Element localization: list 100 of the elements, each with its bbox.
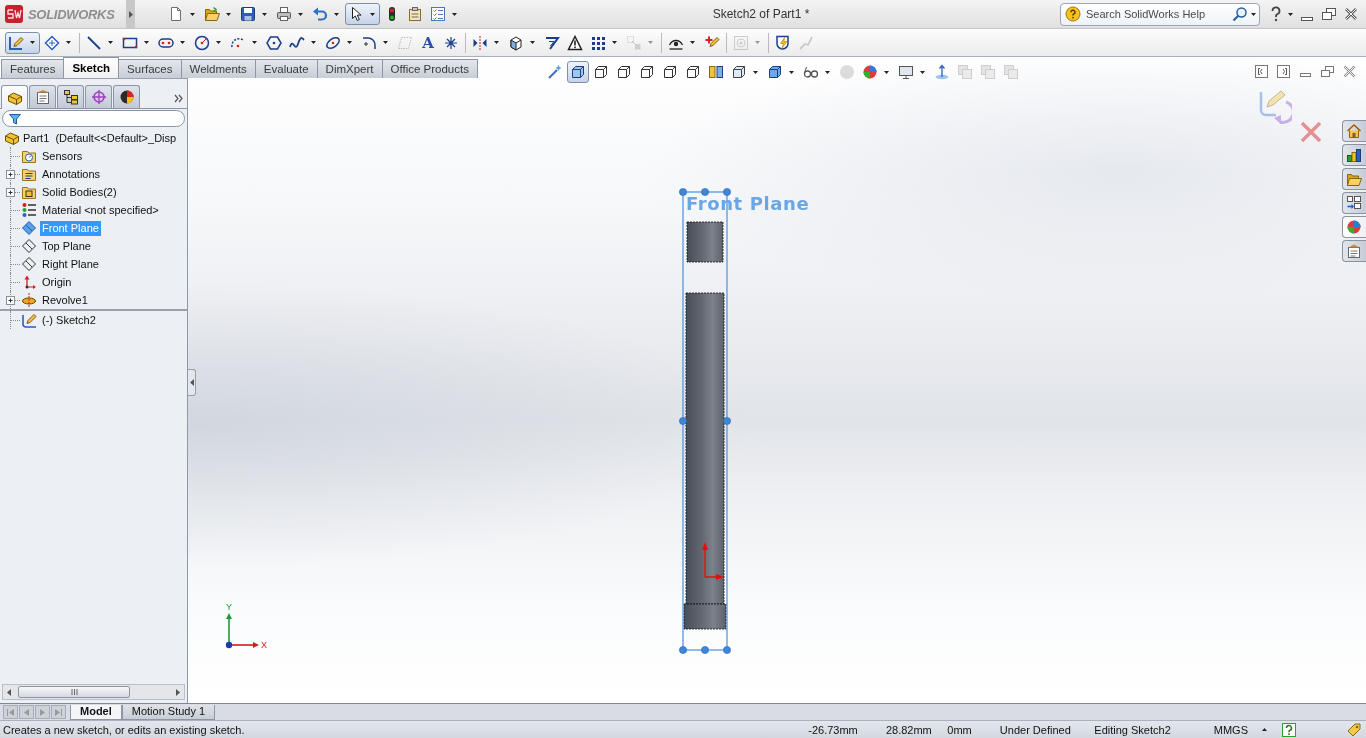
command-tab[interactable]: DimXpert [316, 59, 383, 78]
folder-icon [1346, 171, 1362, 187]
panel-tab[interactable] [57, 85, 84, 108]
caret-right-icon [128, 10, 133, 18]
property-sheet-icon [1346, 243, 1362, 259]
home-icon [1346, 123, 1362, 139]
tile-left-button[interactable] [1255, 65, 1268, 78]
viewport-close-button[interactable] [1343, 65, 1356, 78]
task-pane-tab[interactable] [1342, 216, 1366, 238]
selection-handle[interactable] [723, 646, 731, 654]
property-sheet-icon [34, 89, 51, 105]
document-tab[interactable]: Motion Study 1 [121, 704, 216, 720]
skip-back-icon [7, 708, 14, 716]
restore-icon [1321, 65, 1334, 78]
triangle-left-icon [24, 708, 29, 716]
selection-handle[interactable] [701, 646, 709, 654]
command-tab[interactable]: Features [1, 59, 65, 78]
filter-field[interactable] [2, 110, 185, 127]
tree-item[interactable]: Origin [40, 274, 74, 290]
origin-arrows-icon [702, 542, 724, 580]
expand-icon[interactable] [5, 295, 15, 305]
command-tab[interactable]: Sketch [63, 57, 120, 78]
task-pane-tab[interactable] [1342, 144, 1366, 166]
tag-icon[interactable] [1346, 721, 1362, 738]
part-block-icon [6, 89, 23, 106]
tree-item[interactable]: Right Plane [40, 256, 101, 272]
tree-item[interactable]: Part1 (Default<<Default>_Disp [21, 130, 179, 146]
sketch-status: Under Defined [998, 723, 1072, 736]
task-pane-tab[interactable] [1342, 168, 1366, 190]
coordinate-readout: 0mm [946, 723, 973, 736]
axis-label: Y [226, 602, 232, 612]
color-sphere-icon [118, 89, 135, 105]
tree-item[interactable]: Material <not specified> [40, 202, 161, 218]
panel-tab[interactable] [113, 85, 140, 108]
skip-forward-icon [55, 708, 62, 716]
document-tab[interactable]: Model [70, 704, 122, 720]
select-button[interactable] [345, 3, 380, 25]
menu-flyout-button[interactable] [126, 0, 135, 29]
search-field[interactable]: Search SolidWorks Help [1060, 2, 1260, 26]
status-message: Creates a new sketch, or edits an existing sketch. [2, 723, 246, 736]
logo-icon [4, 4, 24, 24]
units-button[interactable]: MMGS [1211, 721, 1269, 738]
tree-item[interactable]: (-) Sketch2 [40, 312, 98, 328]
triangle-left-icon [189, 379, 194, 386]
more-tabs-button[interactable] [174, 94, 183, 103]
panel-tab[interactable] [29, 85, 56, 108]
tree-item[interactable]: Sensors [40, 148, 85, 164]
window-title: Sketch2 of Part1 * [711, 7, 811, 21]
command-tab[interactable]: Evaluate [254, 59, 318, 78]
plane-diamond-icon [21, 220, 37, 236]
command-tab[interactable]: Surfaces [118, 59, 182, 78]
close-icon [1343, 6, 1359, 22]
tree-item[interactable]: Solid Bodies(2) [40, 184, 119, 200]
tree-item[interactable]: Revolve1 [40, 292, 90, 308]
viewport-restore-button[interactable] [1321, 65, 1334, 78]
command-tab[interactable]: Weldments [180, 59, 256, 78]
help-icon[interactable] [1282, 722, 1296, 737]
task-pane-tab[interactable] [1342, 120, 1366, 142]
triangle-left-icon [7, 688, 11, 696]
view-palette-icon [1346, 195, 1362, 211]
logo-text: SOLIDWORKS [28, 6, 115, 22]
tree-item[interactable]: Top Plane [40, 238, 93, 254]
axis-label: X [261, 640, 267, 650]
text-tool-button[interactable]: A [417, 31, 439, 54]
grip-icon [70, 689, 78, 695]
note-folder-icon [21, 166, 37, 182]
caret-icon [1251, 12, 1256, 16]
tree-item[interactable]: Annotations [40, 166, 103, 182]
tile-right-button[interactable] [1277, 65, 1290, 78]
revolve-icon [21, 292, 37, 308]
expand-icon[interactable] [5, 169, 15, 179]
caret-icon [1288, 12, 1293, 16]
selection-handle[interactable] [723, 417, 731, 425]
panel-tab[interactable] [1, 85, 28, 109]
sketch-pencil-icon [21, 312, 37, 328]
funnel-icon [9, 112, 21, 125]
split-left-icon [1255, 65, 1268, 78]
config-tree-icon [62, 89, 79, 105]
coordinate-readout: 28.82mm [884, 723, 933, 736]
coordinate-readout: -26.73mm [807, 723, 859, 736]
panel-collapse-handle[interactable] [188, 369, 196, 396]
plane-diamond-icon [21, 256, 37, 272]
search-icon[interactable] [1232, 6, 1248, 22]
bar-blocks-icon [1346, 147, 1362, 163]
split-right-icon [1277, 65, 1290, 78]
edit-mode-status: Editing Sketch2 [1093, 723, 1172, 736]
close-icon [1343, 65, 1356, 78]
selection-handle[interactable] [679, 417, 687, 425]
task-pane-tab[interactable] [1342, 240, 1366, 262]
selection-handle[interactable] [679, 646, 687, 654]
sketch-button[interactable] [5, 31, 40, 54]
horizontal-scrollbar[interactable] [2, 684, 185, 700]
expand-icon[interactable] [5, 187, 15, 197]
restore-icon [1321, 6, 1337, 22]
origin-dot [225, 641, 233, 649]
task-pane-tab[interactable] [1342, 192, 1366, 214]
gauge-folder-icon [21, 148, 37, 164]
scrollbar-thumb[interactable] [18, 686, 130, 698]
command-tab[interactable]: Office Products [381, 59, 478, 78]
selection-handle[interactable] [679, 188, 687, 196]
